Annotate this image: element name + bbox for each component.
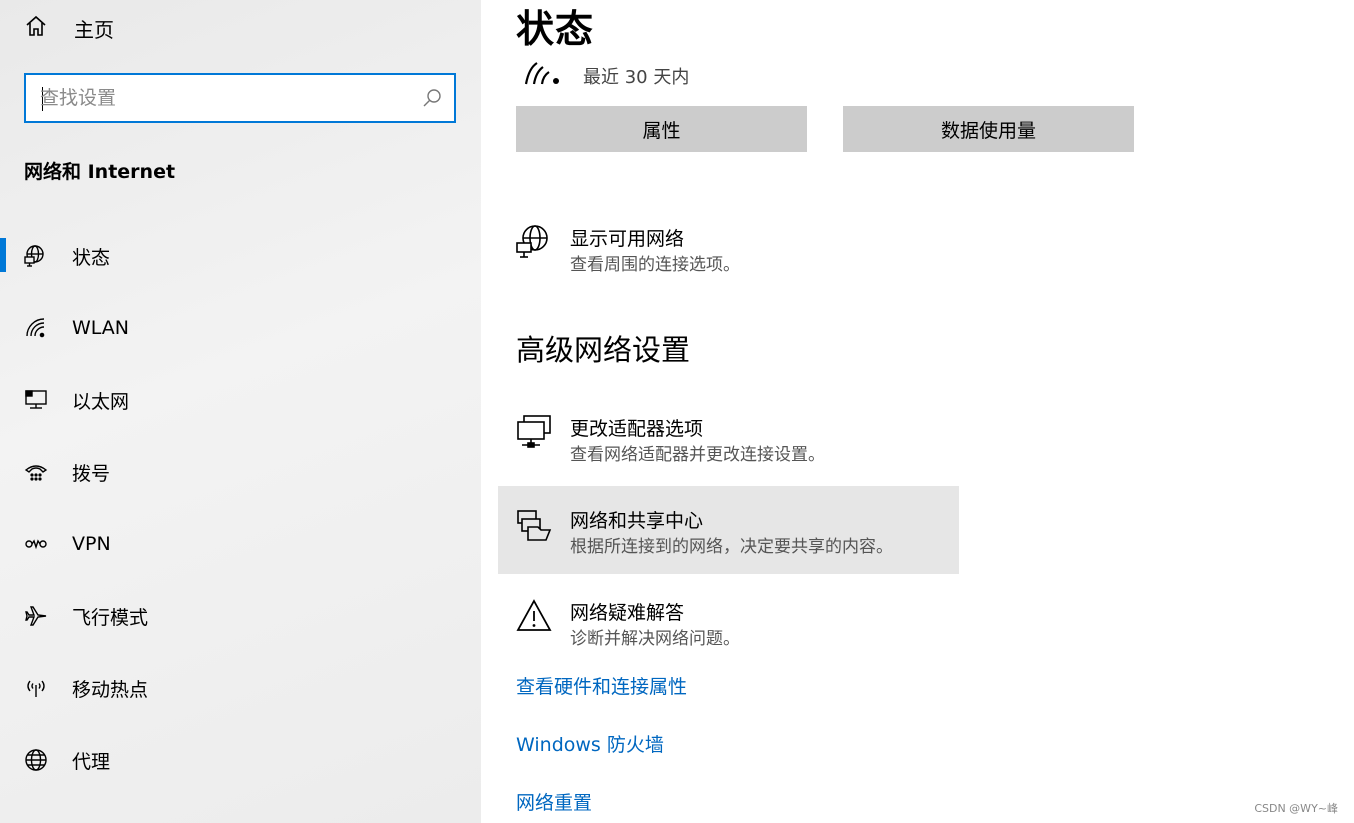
search-icon[interactable] (422, 88, 442, 112)
sidebar-item-status[interactable]: 状态 (0, 220, 481, 292)
ethernet-icon (24, 388, 48, 412)
sharing-center-icon (516, 506, 552, 542)
globe-icon (24, 748, 48, 772)
home-nav-item[interactable]: 主页 (24, 10, 114, 46)
change-adapter-options[interactable]: 更改适配器选项 查看网络适配器并更改连接设置。 (498, 394, 959, 482)
page-title: 状态 (516, 7, 595, 51)
home-icon (24, 14, 48, 42)
sidebar-item-wlan[interactable]: WLAN (0, 292, 481, 364)
option-desc: 查看网络适配器并更改连接设置。 (570, 445, 825, 465)
main-content: 状态 最近 30 天内 属性 数据使用量 显示可用网络 查看周围的连接选项。 高… (481, 0, 1354, 823)
option-title: 更改适配器选项 (570, 418, 704, 440)
sidebar-item-ethernet[interactable]: 以太网 (0, 364, 481, 436)
warning-icon (516, 598, 552, 634)
usage-text: 最近 30 天内 (583, 67, 690, 88)
dialup-icon (24, 460, 48, 484)
sidebar-nav: 状态 WLAN 以太网 拨号 VPN 飞行模式 移动热点 代理 (0, 220, 481, 796)
option-title: 显示可用网络 (570, 228, 685, 250)
home-label: 主页 (74, 17, 114, 42)
network-reset-link[interactable]: 网络重置 (516, 788, 592, 815)
sidebar-item-label: 以太网 (72, 390, 130, 413)
wifi-icon (24, 316, 48, 340)
section-title: 网络和 Internet (24, 161, 176, 183)
hardware-properties-link[interactable]: 查看硬件和连接属性 (516, 672, 687, 699)
sidebar-item-hotspot[interactable]: 移动热点 (0, 652, 481, 724)
sidebar-item-vpn[interactable]: VPN (0, 508, 481, 580)
option-title: 网络和共享中心 (570, 510, 704, 532)
advanced-settings-heading: 高级网络设置 (516, 333, 691, 367)
sidebar-item-label: VPN (72, 533, 111, 555)
search-input[interactable] (40, 84, 410, 112)
properties-button[interactable]: 属性 (516, 106, 807, 152)
hotspot-icon (24, 676, 48, 700)
sidebar-item-label: 状态 (72, 246, 111, 269)
airplane-icon (24, 604, 48, 628)
sidebar-item-dialup[interactable]: 拨号 (0, 436, 481, 508)
usage-row: 最近 30 天内 (523, 60, 689, 92)
sidebar-item-label: WLAN (72, 317, 130, 339)
globe-monitor-icon (24, 244, 48, 268)
sidebar-item-proxy[interactable]: 代理 (0, 724, 481, 796)
option-desc: 根据所连接到的网络，决定要共享的内容。 (570, 537, 893, 557)
network-sharing-center[interactable]: 网络和共享中心 根据所连接到的网络，决定要共享的内容。 (498, 486, 959, 574)
network-troubleshooter[interactable]: 网络疑难解答 诊断并解决网络问题。 (498, 578, 959, 666)
sidebar-item-label: 移动热点 (72, 678, 149, 701)
option-title: 网络疑难解答 (570, 602, 685, 624)
sidebar: 主页 网络和 Internet 状态 (0, 0, 481, 823)
globe-monitor-icon (516, 224, 552, 260)
sidebar-item-label: 飞行模式 (72, 606, 149, 629)
adapter-monitor-icon (516, 414, 552, 450)
option-desc: 查看周围的连接选项。 (570, 255, 740, 275)
sidebar-item-label: 代理 (72, 750, 111, 773)
sidebar-item-airplane[interactable]: 飞行模式 (0, 580, 481, 652)
show-available-networks[interactable]: 显示可用网络 查看周围的连接选项。 (498, 204, 959, 292)
data-usage-button[interactable]: 数据使用量 (843, 106, 1134, 152)
search-box[interactable] (24, 73, 456, 123)
windows-firewall-link[interactable]: Windows 防火墙 (516, 730, 664, 757)
watermark: CSDN @WY~峰 (1254, 802, 1338, 815)
wifi-signal-icon (523, 60, 563, 92)
vpn-icon (24, 532, 48, 556)
sidebar-item-label: 拨号 (72, 462, 111, 485)
option-desc: 诊断并解决网络问题。 (570, 629, 740, 649)
